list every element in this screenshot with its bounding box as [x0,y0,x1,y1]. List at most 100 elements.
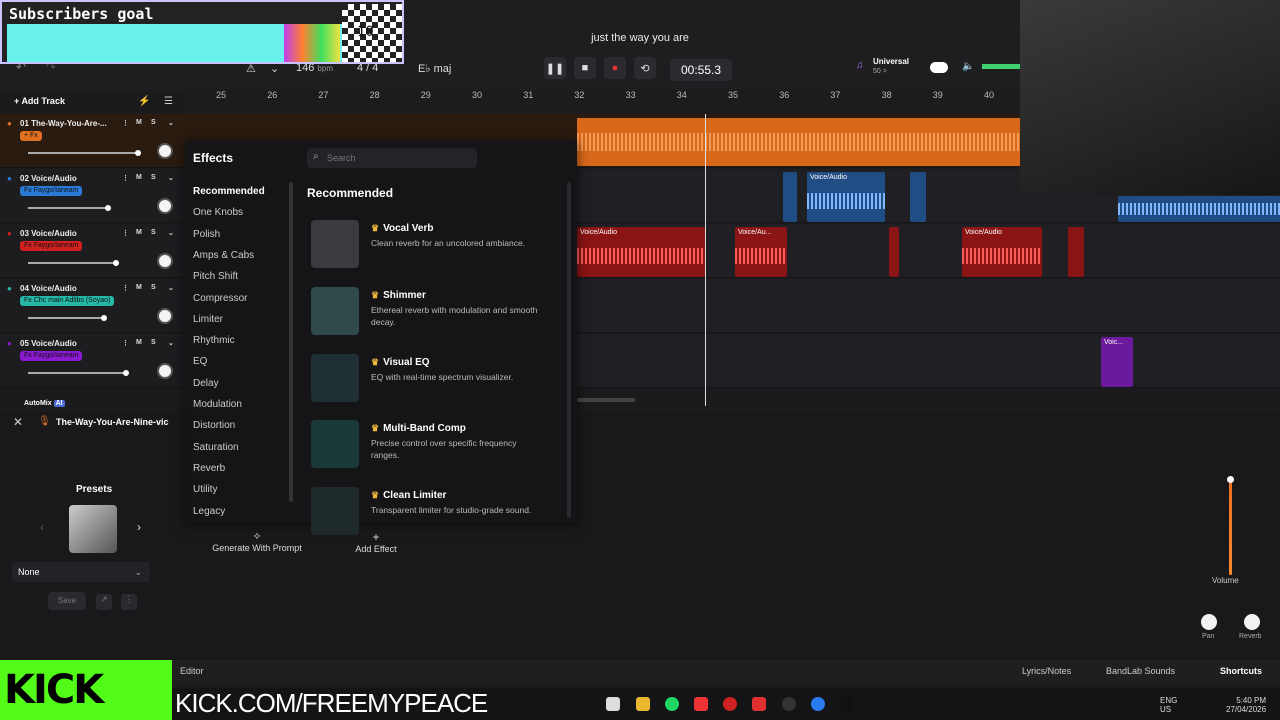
track-fx-chain[interactable]: Fx Faygo/Ianeam [20,351,83,361]
effect-item[interactable]: ♛ Shimmer Ethereal reverb with modulation … [311,286,561,339]
share-icon[interactable]: ↗ [96,594,112,610]
effects-category-item[interactable]: Saturation [193,442,239,453]
track-header[interactable]: ● 05 Voice/Audio Fx Faygo/Ianeam ⋮ M S ⌄ [0,334,185,388]
browser-icon[interactable] [811,697,825,711]
chevron-down-icon[interactable]: ⌄ [168,174,174,182]
effect-item[interactable]: ♛ Clean Limiter Transparent limiter for st… [311,487,561,539]
effects-category-item[interactable]: Modulation [193,399,242,410]
track-pan-knob[interactable] [157,198,173,214]
more-icon[interactable]: ⋮ [122,174,129,182]
effects-category-item[interactable]: One Knobs [193,207,243,218]
language-indicator[interactable]: ENG US [1160,696,1177,714]
effects-category-item[interactable]: Reverb [193,463,225,474]
clip-blue-a[interactable] [783,172,797,222]
track-name[interactable]: 05 Voice/Audio [20,339,77,348]
effect-item[interactable]: ♛ Visual EQ EQ with real-time spectrum vis… [311,353,561,406]
track-pan-knob[interactable] [157,363,173,379]
track-header[interactable]: ● 04 Voice/Audio Fx Chc main Adlibs (Soyao… [0,279,185,333]
mute-button[interactable]: M [136,119,142,126]
effects-category-item[interactable]: Recommended [193,186,265,197]
effects-category-item[interactable]: Polish [193,229,220,240]
effects-category-item[interactable]: Legacy [193,506,225,517]
loop-button[interactable]: ⟲ [634,57,656,79]
clip-red-e[interactable] [1068,227,1084,277]
clip-blue-b[interactable]: Voice/Audio [807,172,885,222]
mute-button[interactable]: M [136,174,142,181]
record-app-icon[interactable] [752,697,766,711]
generate-with-prompt-button[interactable]: ✧ Generate With Prompt [207,530,307,553]
preset-thumbnail[interactable] [69,505,117,553]
editor-tab[interactable]: Editor [180,666,204,676]
key-signature[interactable]: E♭ maj [418,62,451,75]
effects-category-item[interactable]: Compressor [193,293,247,304]
effects-scrollbar[interactable] [567,182,571,518]
solo-button[interactable]: S [151,284,156,291]
effects-category-item[interactable]: Utility [193,484,217,495]
spotify-icon[interactable] [665,697,679,711]
clip-red-a[interactable]: Voice/Audio [577,227,705,277]
bandlab-sounds-button[interactable]: BandLab Sounds [1106,666,1175,676]
close-icon[interactable]: ✕ [13,415,23,429]
master-volume-meter[interactable] [982,64,1020,69]
folder-icon[interactable] [636,697,650,711]
track-volume-slider[interactable] [28,372,126,374]
track-name[interactable]: 03 Voice/Audio [20,229,77,238]
track-volume-handle[interactable] [101,315,107,321]
clip-red-b[interactable]: Voice/Au... [735,227,787,277]
effects-search-input[interactable] [307,148,477,168]
mastering-toggle[interactable] [930,62,948,73]
chevron-right-icon[interactable]: › [137,520,141,534]
chevron-down-icon[interactable]: ⌄ [168,229,174,237]
clock[interactable]: 5:40 PM 27/04/2026 [1226,696,1266,714]
volume-slider[interactable] [1229,480,1232,575]
settings-list-icon[interactable]: ☰ [164,96,173,107]
clip-purple-a[interactable]: Voic... [1101,337,1133,387]
bandlab-icon[interactable] [694,697,708,711]
pan-knob[interactable] [1201,614,1217,630]
magic-wand-icon[interactable]: ⚡ [138,96,150,107]
tiktok-icon[interactable] [840,697,854,711]
track-volume-slider[interactable] [28,262,116,264]
track-fx-chain[interactable]: Fx Chc main Adlibs (Soyao) [20,296,115,306]
track-name[interactable]: 04 Voice/Audio [20,284,77,293]
mute-button[interactable]: M [136,339,142,346]
track-volume-handle[interactable] [105,205,111,211]
chevron-down-icon[interactable]: ⌄ [168,119,174,127]
solo-button[interactable]: S [151,229,156,236]
save-button[interactable]: Save [48,592,86,610]
record-arm-icon[interactable]: ● [7,339,12,348]
track-pan-knob[interactable] [157,253,173,269]
clip-blue-d[interactable] [1118,196,1280,222]
speaker-icon[interactable]: 🔈 [962,61,974,72]
add-track-button[interactable]: + Add Track [14,96,65,106]
solo-button[interactable]: S [151,339,156,346]
more-icon[interactable]: ⋮ [122,339,129,347]
effects-category-item[interactable]: Distortion [193,420,235,431]
clip-red-c[interactable] [889,227,899,277]
track-fx-chain[interactable]: Fx Faygo/Ianeam [20,186,83,196]
effects-category-item[interactable]: Limiter [193,314,223,325]
lyrics-notes-button[interactable]: Lyrics/Notes [1022,666,1071,676]
track-fx-chain[interactable]: + Fx [20,131,42,141]
record-button[interactable]: ● [604,57,626,79]
more-icon[interactable]: ⋮ [122,119,129,127]
pause-button[interactable]: ❚❚ [544,57,566,79]
more-icon[interactable]: ⋮ [122,284,129,292]
more-icon[interactable]: ⋮ [121,594,137,610]
file-explorer-icon[interactable] [606,697,620,711]
effects-category-item[interactable]: Rhythmic [193,335,235,346]
solo-button[interactable]: S [151,174,156,181]
track-volume-handle[interactable] [113,260,119,266]
effects-category-item[interactable]: Amps & Cabs [193,250,254,261]
track-pan-knob[interactable] [157,143,173,159]
playhead[interactable] [705,114,706,406]
effects-category-item[interactable]: Pitch Shift [193,271,238,282]
preset-select[interactable]: None ⌄ [12,562,150,582]
automix-label[interactable]: AutoMix AI [24,400,65,407]
chevron-left-icon[interactable]: ‹ [40,520,44,534]
reverb-knob[interactable] [1244,614,1260,630]
obs-icon[interactable] [782,697,796,711]
record-arm-icon[interactable]: ● [7,174,12,183]
track-header[interactable]: ● 03 Voice/Audio Fx Faygo/Ianeam ⋮ M S ⌄ [0,224,185,278]
track-pan-knob[interactable] [157,308,173,324]
